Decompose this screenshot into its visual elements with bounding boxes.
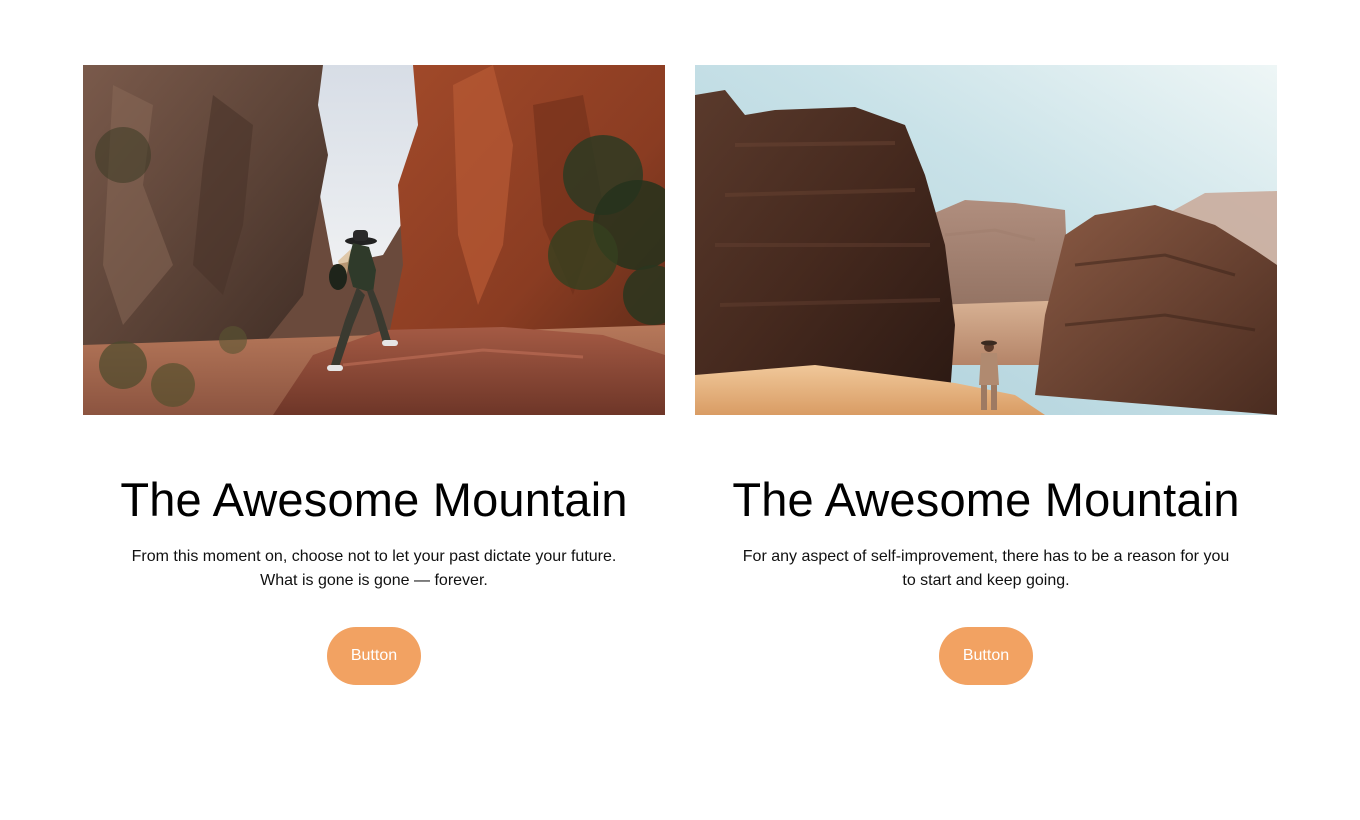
page: The Awesome Mountain From this moment on… (0, 0, 1360, 820)
card-button[interactable]: Button (327, 627, 421, 685)
desert-rocks-photo (695, 65, 1277, 415)
canyon-hiker-photo (83, 65, 665, 415)
card-2: The Awesome Mountain For any aspect of s… (695, 65, 1277, 685)
card-1: The Awesome Mountain From this moment on… (83, 65, 665, 685)
card-button[interactable]: Button (939, 627, 1033, 685)
card-title: The Awesome Mountain (120, 473, 628, 526)
card-actions: Button (695, 627, 1277, 685)
card-description: For any aspect of self-improvement, ther… (742, 548, 1230, 589)
card-description: From this moment on, choose not to let y… (131, 548, 617, 589)
card-actions: Button (83, 627, 665, 685)
card-title: The Awesome Mountain (732, 473, 1240, 526)
